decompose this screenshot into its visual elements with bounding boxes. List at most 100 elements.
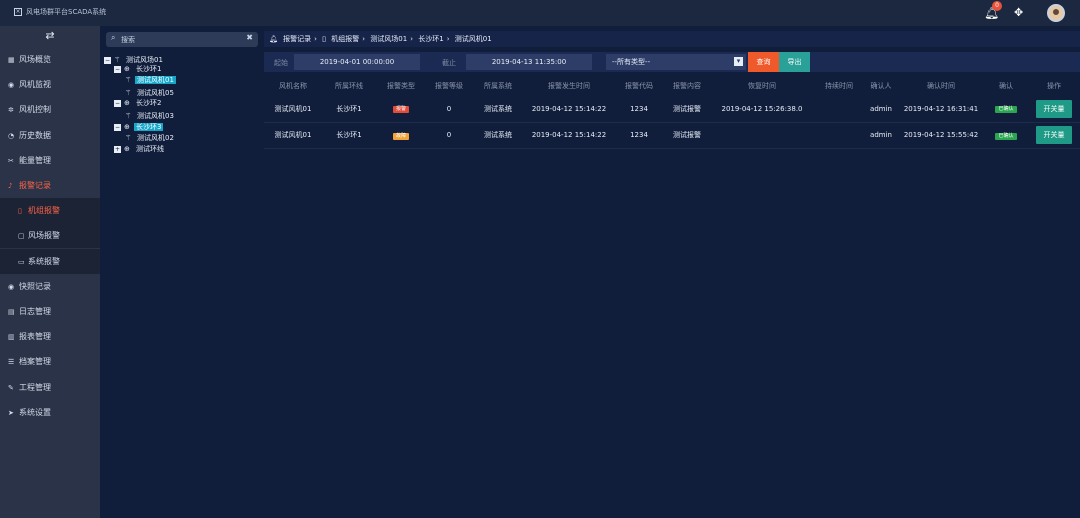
breadcrumb-item[interactable]: 机组报警 (331, 35, 359, 43)
tree-node[interactable]: ⚚ 测试风机05 (125, 88, 176, 98)
pie-icon: ◔ (8, 131, 15, 140)
tree-node[interactable]: − ⊕ 长沙环2 (114, 98, 163, 108)
tree-node[interactable]: ⚚ 测试风机01 (125, 75, 176, 85)
sidebar-item-label: 报表管理 (19, 332, 51, 342)
list-icon: ☰ (8, 358, 15, 367)
table-cell: 测试报警 (664, 96, 710, 123)
chevron-right-icon: › (362, 35, 366, 43)
table-cell: admin (864, 96, 898, 123)
bell-icon: ♪ (8, 182, 13, 190)
camera-icon: ◉ (8, 81, 15, 90)
search-icon: ⌕ (111, 33, 116, 42)
sidebar-item-label: 能量管理 (19, 155, 51, 165)
sidebar-item[interactable]: ◉ 风机监视 (0, 72, 100, 97)
sidebar-item[interactable]: ▦ 风场概览 (0, 47, 100, 72)
ring-icon: ⊕ (124, 123, 130, 131)
turbine-icon: ⚚ (125, 112, 132, 120)
start-label: 起始 (274, 59, 288, 67)
clear-icon[interactable]: ✖ (246, 33, 253, 42)
table-row[interactable]: 测试风机01 长沙环1 故障 0 测试系统 2019-04-12 15:14:22 1234… (264, 122, 1080, 149)
sidebar-subitem[interactable]: ▭ 系统报警 (0, 248, 100, 274)
breadcrumb-item[interactable]: 测试风场01 (370, 35, 407, 43)
table-icon: ▥ (8, 333, 15, 342)
device-icon: ▯ (322, 35, 327, 43)
avatar[interactable] (1047, 4, 1065, 22)
column-header: 确认时间 (927, 82, 955, 90)
expand-icon[interactable]: + (114, 145, 121, 153)
tree-node[interactable]: ⚚ 测试风机02 (125, 133, 176, 143)
alarm-type-select[interactable]: --所有类型-- ▾ (606, 54, 746, 70)
table-cell (814, 122, 864, 149)
sidebar-item[interactable]: ✎ 工程管理 (0, 375, 100, 400)
table-cell: admin (864, 122, 898, 149)
bell-icon: 🔔︎ (269, 35, 278, 43)
tree-node-label: 测试风场01 (126, 56, 163, 64)
filter-bar: 起始 2019-04-01 00:00:00 截止 2019-04-13 11:… (264, 52, 1080, 72)
tree-search[interactable]: ⌕ ✖ (106, 32, 258, 47)
tree-node-label: 长沙环3 (134, 123, 164, 131)
column-header: 报警类型 (387, 82, 415, 90)
start-date-field[interactable]: 2019-04-01 00:00:00 (294, 54, 420, 70)
breadcrumb-item[interactable]: 报警记录 (283, 35, 311, 43)
alarm-table: 风机名称 所属环线 报警类型 报警等级 所属系统 报警发生时间 报警代码 报警内… (264, 76, 1080, 149)
sidebar-item-label: 工程管理 (19, 382, 51, 392)
table-cell: 2019-04-12 15:14:22 (524, 122, 614, 149)
sidebar-item-label: 历史数据 (19, 130, 51, 140)
chevron-down-icon: ▾ (734, 57, 743, 66)
tree-node-label: 测试环线 (136, 145, 164, 153)
device-icon: ▭ (18, 257, 25, 266)
sidebar-subitem[interactable]: ▯ 机组报警 (0, 198, 100, 224)
sidebar-item[interactable]: ▤ 日志管理 (0, 299, 100, 324)
sidebar-subitem-label: 风场报警 (28, 231, 60, 241)
tree-node-label: 长沙环1 (136, 65, 162, 73)
sidebar-item-label: 快照记录 (19, 281, 51, 291)
sidebar-item[interactable]: ▥ 报表管理 (0, 324, 100, 349)
table-cell: 已确认 (984, 96, 1028, 123)
table-cell (814, 96, 864, 123)
sidebar-item-label: 档案管理 (19, 357, 51, 367)
table-cell: 2019-04-12 15:14:22 (524, 96, 614, 123)
export-button[interactable]: 导出 (779, 52, 810, 72)
wrench-icon: ✎ (8, 383, 14, 392)
top-bar: × 风电场群平台SCADA系统 🔔︎ 0 ✥ (0, 0, 1080, 26)
sidebar-item[interactable]: ♪ 报警记录 (0, 173, 100, 198)
turbine-icon: ⚚ (125, 134, 132, 142)
grid-icon: ▦ (8, 56, 15, 64)
table-row[interactable]: 测试风机01 长沙环1 报警 0 测试系统 2019-04-12 15:14:22 1234… (264, 96, 1080, 123)
fullscreen-icon[interactable]: ✥ (1014, 6, 1023, 20)
breadcrumb-item: 测试风机01 (454, 35, 492, 43)
collapse-icon[interactable]: − (114, 123, 121, 131)
table-cell: 测试系统 (472, 96, 524, 123)
sidebar-item-label: 报警记录 (19, 181, 51, 190)
switch-value-button[interactable]: 开关量 (1036, 126, 1072, 144)
sidebar-item[interactable]: ☰ 档案管理 (0, 349, 100, 374)
column-header: 报警内容 (673, 82, 701, 90)
tree-node[interactable]: + ⊕ 测试环线 (114, 144, 166, 154)
chevron-right-icon: › (314, 35, 317, 43)
confirmed-badge: 已确认 (995, 106, 1017, 114)
sidebar-subitem[interactable]: ▢ 风场报警 (0, 223, 100, 249)
notification-badge: 0 (992, 1, 1002, 11)
end-date-field[interactable]: 2019-04-13 11:35:00 (466, 54, 592, 70)
sidebar-item[interactable]: ✂ 能量管理 (0, 148, 100, 173)
tree-node[interactable]: − ⊕ 长沙环3 (114, 122, 164, 132)
sidebar-item[interactable]: ➤ 系统设置 (0, 400, 100, 425)
sidebar-subitem-label: 机组报警 (28, 206, 60, 216)
tree-node[interactable]: ⚚ 测试风机03 (125, 111, 176, 121)
collapse-icon[interactable]: − (114, 99, 121, 107)
collapse-icon[interactable]: − (104, 56, 111, 64)
sidebar-item[interactable]: ◉ 快照记录 (0, 274, 100, 299)
column-header: 风机名称 (279, 82, 307, 90)
sidebar-item[interactable]: ◔ 历史数据 (0, 123, 100, 148)
collapse-icon[interactable]: − (114, 65, 121, 73)
switch-value-button[interactable]: 开关量 (1036, 99, 1072, 118)
alarm-type-value: --所有类型-- (612, 58, 651, 66)
sidebar-item[interactable]: ✲ 风机控制 (0, 97, 100, 122)
tree-node[interactable]: − ⊕ 长沙环1 (114, 64, 163, 74)
device-icon: ▢ (18, 232, 25, 241)
query-button[interactable]: 查询 (748, 52, 779, 72)
alarm-type-badge: 故障 (392, 132, 409, 140)
menu-toggle-icon[interactable]: ⇄ (0, 26, 100, 46)
tree-search-input[interactable] (121, 34, 241, 45)
breadcrumb-item[interactable]: 长沙环1 (418, 35, 443, 43)
